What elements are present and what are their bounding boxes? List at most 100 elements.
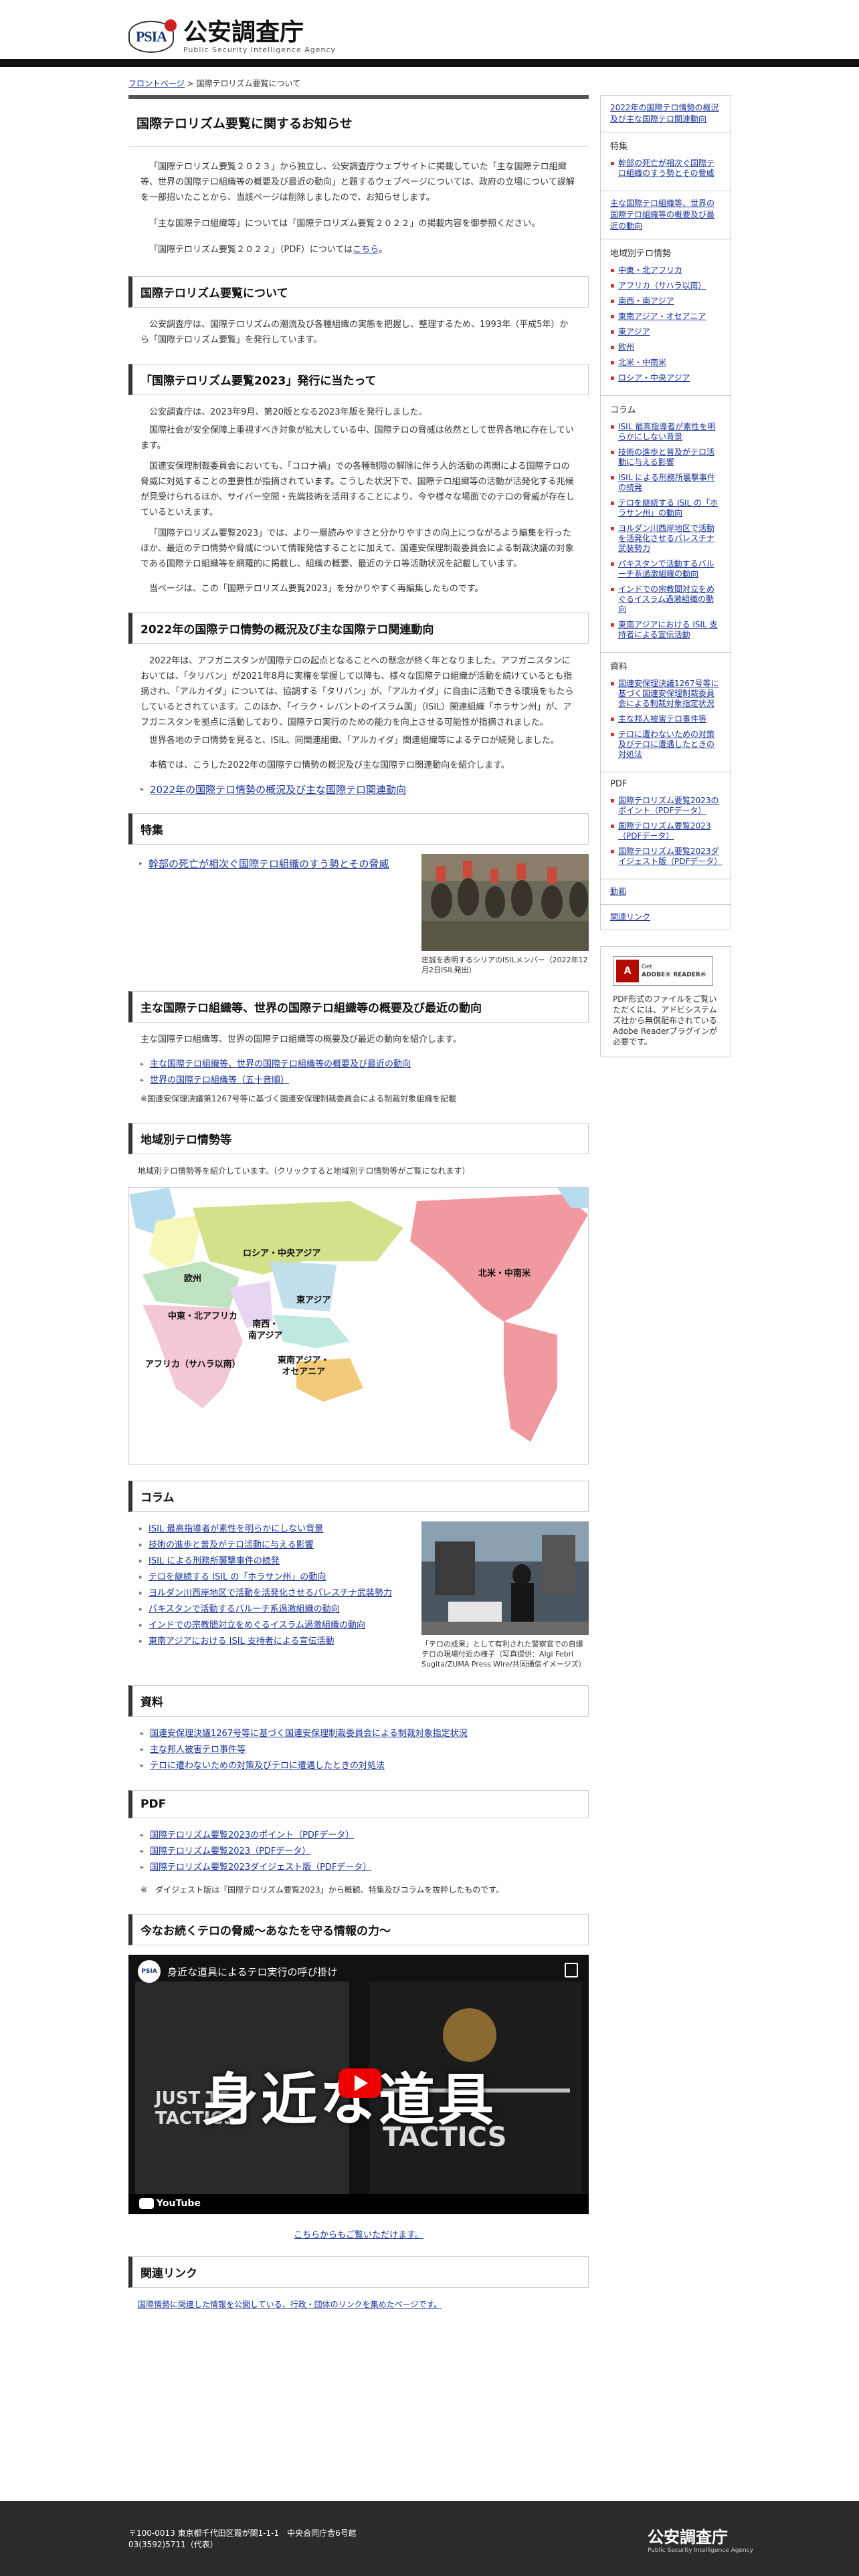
list-item: ヨルダン川西岸地区で活動を活発化させるパレスチナ武装勢力 xyxy=(139,1586,407,1602)
list-item: テロを継続する ISIL の「ホラサン州」の動向 xyxy=(139,1570,407,1586)
sidebar-link[interactable]: 幹部の死亡が相次ぐ国際テロ組織のすう勢とその脅威 xyxy=(618,158,714,178)
sidebar-link[interactable]: テロを継続する ISIL の「ホラサン州」の動向 xyxy=(618,498,718,518)
column-link[interactable]: ISIL 最高指導者が素性を明らかにしない背景 xyxy=(149,1524,323,1534)
sidebar-link[interactable]: 国際テロリズム要覧2023ダイジェスト版（PDFデータ） xyxy=(618,847,722,866)
section-heading-orgs: 主な国際テロ組織等、世界の国際テロ組織等の概要及び最近の動向 xyxy=(128,991,589,1023)
sidebar-link[interactable]: 東南アジア・オセアニア xyxy=(618,312,706,321)
feature-link[interactable]: 幹部の死亡が相次ぐ国際テロ組織のすう勢とその脅威 xyxy=(149,858,389,870)
sidebar-item-video[interactable]: 動画 xyxy=(610,886,721,897)
sidebar-link[interactable]: インドでの宗教間対立をめぐるイスラム過激組織の動向 xyxy=(618,584,714,614)
pdf-link[interactable]: 国際テロリズム要覧2023ダイジェスト版（PDFデータ） xyxy=(150,1862,371,1872)
police-scene-image xyxy=(421,1521,589,1635)
pdf-link[interactable]: 国際テロリズム要覧2023（PDFデータ） xyxy=(150,1846,310,1856)
column-link[interactable]: ヨルダン川西岸地区で活動を活発化させるパレスチナ武装勢力 xyxy=(149,1588,392,1598)
main-content: 国際テロリズム要覧に関するお知らせ 「国際テロリズム要覧２０２３」から独立し、公… xyxy=(128,95,589,2319)
sidebar-link[interactable]: テロに遭わないための対策及びテロに遭遇したときの対処法 xyxy=(618,730,714,759)
youtube-logo[interactable]: YouTube xyxy=(139,2198,201,2209)
column-link[interactable]: テロを継続する ISIL の「ホラサン州」の動向 xyxy=(149,1572,326,1582)
list-item: パキスタンで活動するバルーチ系過激組織の動向 xyxy=(139,1602,407,1618)
sidebar-link[interactable]: 東南アジアにおける ISIL 支持者による宣伝活動 xyxy=(618,620,718,639)
sidebar-link[interactable]: 中東・北アフリカ xyxy=(618,265,682,275)
sidebar-link[interactable]: 国際テロリズム要覧2023のポイント（PDFデータ） xyxy=(618,796,719,815)
psia-logo-icon: PSIA xyxy=(128,19,177,53)
s3-link[interactable]: 2022年の国際テロ情勢の概況及び主な国際テロ関連動向 xyxy=(150,784,406,796)
orgs-link-list: 主な国際テロ組織等、世界の国際テロ組織等の概要及び最近の動向 世界の国際テロ組織… xyxy=(128,1057,589,1089)
section-heading-region: 地域別テロ情勢等 xyxy=(128,1123,589,1154)
sidebar-link[interactable]: 東アジア xyxy=(618,327,650,336)
adobe-reader-text: PDF形式のファイルをご覧いただくには、アドビシステムズ社から無償配布されている… xyxy=(613,994,718,1047)
intro3-link[interactable]: こちら xyxy=(353,245,379,255)
intro-paragraph-3: 「国際テロリズム要覧２０２２」（PDF）についてはこちら。 xyxy=(128,242,589,257)
breadcrumb-home[interactable]: フロントページ xyxy=(128,79,185,88)
data-link[interactable]: 国連安保理決議1267号等に基づく国連安保理制裁委員会による制裁対象指定状況 xyxy=(150,1729,468,1739)
sidebar-item: ISIL による刑務所襲撃事件の続発 xyxy=(610,473,721,493)
sidebar-link[interactable]: アフリカ（サハラ以南） xyxy=(618,281,706,290)
sidebar-link[interactable]: ISIL 最高指導者が素性を明らかにしない背景 xyxy=(618,422,715,441)
sidebar-section-column: コラム ISIL 最高指導者が素性を明らかにしない背景 技術の進歩と普及がテロ活… xyxy=(600,396,731,653)
related-links-link[interactable]: 国際情勢に関連した情報を公開している、行政・団体のリンクを集めたページです。 xyxy=(138,2300,442,2309)
sidebar-link[interactable]: ロシア・中央アジア xyxy=(618,373,690,383)
sidebar-link[interactable]: 北米・中南米 xyxy=(618,358,666,367)
sidebar-item: 中東・北アフリカ xyxy=(610,265,721,276)
s3-paragraph-1: 2022年は、アフガニスタンが国際テロの起点となることへの懸念が終く年となりまし… xyxy=(140,656,574,728)
sidebar-link[interactable]: 国連安保理決議1267号等に基づく国連安保理制裁委員会による制裁対象指定状況 xyxy=(618,679,719,708)
footer-logo[interactable]: 公安調査庁 Public Security Intelligence Agenc… xyxy=(648,2524,753,2554)
video-alt-link[interactable]: こちらからもご覧いただけます。 xyxy=(294,2230,423,2240)
site-name: 公安調査庁 xyxy=(183,18,304,46)
orgs-link-1[interactable]: 主な国際テロ組織等、世界の国際テロ組織等の概要及び最近の動向 xyxy=(150,1059,411,1069)
get-adobe-reader-button[interactable]: A Get ADOBE® READER® xyxy=(613,956,713,986)
sidebar-link[interactable]: 国際テロリズム要覧2023（PDFデータ） xyxy=(618,821,711,841)
youtube-video-player[interactable]: PSIA 身近な道具によるテロ実行の呼び掛け JUST TE TACTICS T… xyxy=(128,1955,589,2214)
adobe-reader-icon: A xyxy=(616,960,639,982)
sidebar-link[interactable]: 欧州 xyxy=(618,342,634,352)
column-link[interactable]: 技術の進歩と普及がテロ活動に与える影響 xyxy=(149,1540,314,1550)
data-link[interactable]: テロに遭わないための対策及びテロに遭遇したときの対処法 xyxy=(150,1761,385,1771)
sidebar-link[interactable]: 主な邦人被害テロ事件等 xyxy=(618,714,706,724)
list-item: 東南アジアにおける ISIL 支持者による宣伝活動 xyxy=(139,1634,407,1650)
site-logo[interactable]: PSIA 公安調査庁 Public Security Intelligence … xyxy=(128,19,336,54)
s2-paragraph-3: 国連安保理制裁委員会においても、「コロナ禍」での各種制限の解除に伴う人的活動の再… xyxy=(140,461,575,518)
sidebar-item: 東南アジア・オセアニア xyxy=(610,312,721,322)
list-item: 国際テロリズム要覧2023（PDFデータ） xyxy=(140,1844,577,1860)
data-link[interactable]: 主な邦人被害テロ事件等 xyxy=(150,1745,246,1755)
sidebar-heading-column: コラム xyxy=(610,405,636,415)
sidebar-item: ISIL 最高指導者が素性を明らかにしない背景 xyxy=(610,422,721,442)
play-button[interactable] xyxy=(339,2068,381,2098)
column-link[interactable]: ISIL による刑務所襲撃事件の続発 xyxy=(149,1556,280,1566)
sidebar-item-related[interactable]: 関連リンク xyxy=(610,911,721,923)
adobe-name-label: ADOBE® READER® xyxy=(642,972,706,978)
sidebar-link[interactable]: 南西・南アジア xyxy=(618,296,674,306)
youtube-label: YouTube xyxy=(157,2198,201,2209)
site-header: PSIA 公安調査庁 Public Security Intelligence … xyxy=(0,0,859,67)
sidebar-section-top: 2022年の国際テロ情勢の概況及び主な国際テロ関連動向 xyxy=(600,95,731,132)
copy-link-icon[interactable] xyxy=(565,1963,578,1977)
feature-block: 幹部の死亡が相次ぐ国際テロ組織のすう勢とその脅威 忠誠を表明するシリアのISIL… xyxy=(128,854,589,975)
video-title[interactable]: 身近な道具によるテロ実行の呼び掛け xyxy=(167,1965,338,1979)
feature-list: 幹部の死亡が相次ぐ国際テロ組織のすう勢とその脅威 xyxy=(132,854,413,975)
sidebar-link[interactable]: ヨルダン川西岸地区で活動を活発化させるパレスチナ武装勢力 xyxy=(618,524,714,553)
sidebar-item-overview[interactable]: 2022年の国際テロ情勢の概況及び主な国際テロ関連動向 xyxy=(610,102,721,125)
list-item: ISIL 最高指導者が素性を明らかにしない背景 xyxy=(139,1521,407,1537)
sidebar-heading-data: 資料 xyxy=(610,662,628,672)
column-link[interactable]: パキスタンで活動するバルーチ系過激組織の動向 xyxy=(149,1604,340,1614)
orgs-link-2[interactable]: 世界の国際テロ組織等（五十音順） xyxy=(150,1075,289,1085)
page-title: 国際テロリズム要覧に関するお知らせ xyxy=(128,95,589,147)
sidebar-link[interactable]: パキスタンで活動するバルーチ系過激組織の動向 xyxy=(618,559,714,578)
pdf-link[interactable]: 国際テロリズム要覧2023のポイント（PDFデータ） xyxy=(150,1830,354,1840)
column-link[interactable]: 東南アジアにおける ISIL 支持者による宣伝活動 xyxy=(149,1636,335,1646)
s2-paragraph-2: 国際社会が安全保障上重視すべき対象が拡大している中、国際テロの脅威は依然として世… xyxy=(140,425,574,451)
section-heading-feature: 特集 xyxy=(128,813,589,845)
sidebar-item-orgs[interactable]: 主な国際テロ組織等、世界の国際テロ組織等の概要及び最近の動向 xyxy=(610,198,721,232)
footer-address-line: 〒100-0013 東京都千代田区霞が関1-1-1 中央合同庁舎6号館 xyxy=(128,2529,357,2538)
sidebar-heading-pdf: PDF xyxy=(610,779,628,789)
column-photo xyxy=(421,1521,589,1635)
column-caption: 「テロの成果」として有利された警察官での自爆テロの現場付近の様子（写真提供：Al… xyxy=(421,1640,586,1669)
sidebar-link[interactable]: ISIL による刑務所襲撃事件の続発 xyxy=(618,473,715,492)
site-footer: 〒100-0013 東京都千代田区霞が関1-1-1 中央合同庁舎6号館 03(3… xyxy=(0,2501,859,2576)
s3-paragraph-3: 本稿では、こうした2022年の国際テロ情勢の概況及び主な国際テロ関連動向を紹介し… xyxy=(149,760,510,770)
sidebar-link[interactable]: 技術の進歩と普及がテロ活動に与える影響 xyxy=(618,447,714,467)
sidebar-item: 国際テロリズム要覧2023（PDFデータ） xyxy=(610,821,721,841)
orgs-note: ※国連安保理決議第1267号等に基づく国連安保理制裁委員会による制裁対象組織を記… xyxy=(140,1094,457,1103)
list-item: 幹部の死亡が相次ぐ国際テロ組織のすう勢とその脅威 xyxy=(139,857,407,871)
column-link[interactable]: インドでの宗教間対立をめぐるイスラム過激組織の動向 xyxy=(149,1620,365,1630)
